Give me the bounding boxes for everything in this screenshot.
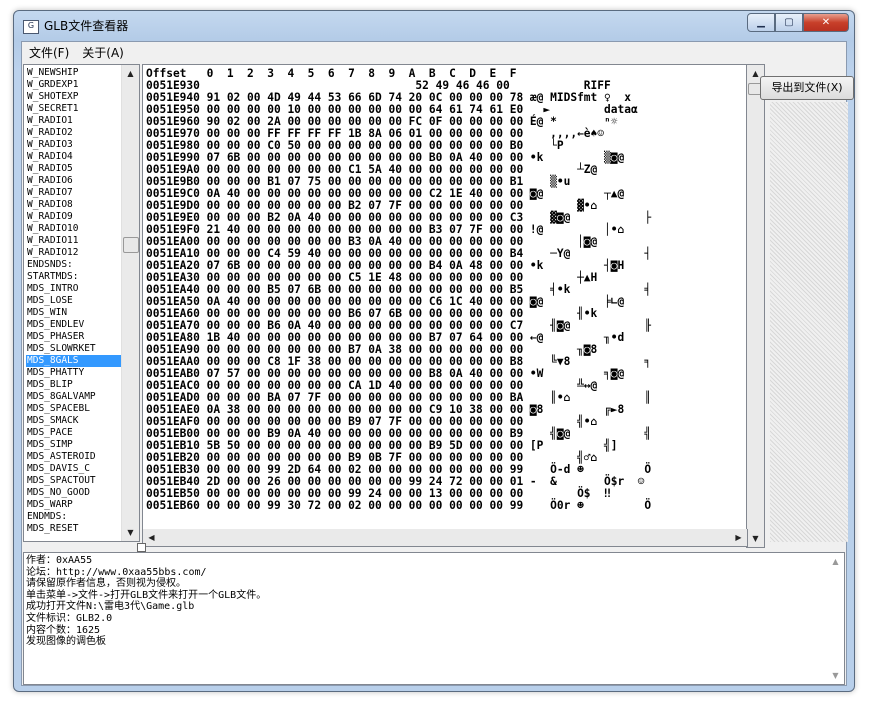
log-line: 成功打开文件N:\雷电3代\Game.glb	[26, 601, 195, 613]
hex-vertical-scrollbar[interactable]: ▲ ▼	[746, 64, 765, 548]
list-item[interactable]: MDS_PHASER	[26, 331, 122, 343]
scroll-down-icon[interactable]: ▼	[122, 524, 139, 541]
menu-bar: 文件(F) 关于(A)	[22, 42, 846, 62]
list-item[interactable]: ENDSNDS:	[26, 259, 122, 271]
list-item[interactable]: MDS_RESET	[26, 523, 122, 535]
log-line: 请保留原作者信息，否则视为侵权。	[26, 578, 186, 590]
hex-view[interactable]: Offset 0 1 2 3 4 5 6 7 8 9 A B C D E F 0…	[142, 64, 748, 531]
size-grip[interactable]	[137, 543, 146, 552]
list-item[interactable]: W_SECRET1	[26, 103, 122, 115]
list-item[interactable]: W_RADIO9	[26, 211, 122, 223]
list-item[interactable]: W_RADIO4	[26, 151, 122, 163]
title-bar[interactable]: G GLB文件查看器 ▁ ▢ ✕	[14, 11, 854, 41]
scroll-thumb[interactable]	[123, 237, 139, 253]
list-item[interactable]: MDS_SPACEBL	[26, 403, 122, 415]
list-item[interactable]: STARTMDS:	[26, 271, 122, 283]
app-window: G GLB文件查看器 ▁ ▢ ✕ 文件(F) 关于(A) W_NEWSHIP W_G…	[13, 10, 855, 692]
log-line: 作者：0xAA55	[26, 555, 93, 566]
log-line: 内容个数：1625	[26, 624, 101, 636]
item-list-items: W_NEWSHIP W_GRDEXP1 W_SHOTEXP W_SECRET1 W_RA…	[26, 67, 122, 535]
list-item[interactable]: MDS_DAVIS_C	[26, 463, 122, 475]
list-item[interactable]: MDS_SIMP	[26, 439, 122, 451]
list-item[interactable]: W_RADIO5	[26, 163, 122, 175]
log-line: 文件标识：GLB2.0	[26, 613, 113, 624]
list-item[interactable]: MDS_8GALS	[26, 355, 122, 367]
scroll-right-icon[interactable]: ▶	[730, 529, 747, 546]
close-button[interactable]: ✕	[803, 13, 849, 32]
list-item[interactable]: W_RADIO2	[26, 127, 122, 139]
hex-row: 0051EB60 00 00 00 99 30 72 00 02 00 00 0…	[146, 499, 652, 512]
scroll-up-icon[interactable]: ▲	[122, 65, 139, 82]
maximize-button[interactable]: ▢	[775, 13, 803, 32]
menu-file[interactable]: 文件(F)	[22, 42, 75, 61]
log-line: 单击菜单->文件->打开GLB文件来打开一个GLB文件。	[26, 589, 267, 601]
list-item[interactable]: W_RADIO11	[26, 235, 122, 247]
item-list[interactable]: W_NEWSHIP W_GRDEXP1 W_SHOTEXP W_SECRET1 W_RA…	[23, 64, 140, 542]
list-item[interactable]: MDS_SLOWRKET	[26, 343, 122, 355]
minimize-icon: ▁	[757, 17, 765, 28]
list-item[interactable]: W_RADIO6	[26, 175, 122, 187]
list-item[interactable]: MDS_8GALVAMP	[26, 391, 122, 403]
list-item[interactable]: MDS_PACE	[26, 427, 122, 439]
item-list-scrollbar[interactable]: ▲ ▼	[121, 65, 139, 541]
list-item[interactable]: MDS_BLIP	[26, 379, 122, 391]
list-item[interactable]: W_RADIO8	[26, 199, 122, 211]
scroll-down-icon[interactable]: ▼	[827, 667, 844, 684]
client-area: 文件(F) 关于(A) W_NEWSHIP W_GRDEXP1 W_SHOTEXP W_…	[21, 41, 854, 686]
log-line: 论坛：http://www.0xaa55bbs.com/	[26, 566, 207, 578]
scroll-up-icon[interactable]: ▲	[827, 553, 844, 570]
list-item[interactable]: W_RADIO10	[26, 223, 122, 235]
list-item[interactable]: MDS_ASTEROID	[26, 451, 122, 463]
maximize-icon: ▢	[784, 17, 794, 28]
list-item[interactable]: MDS_NO_GOOD	[26, 487, 122, 499]
app-icon: G	[23, 20, 39, 34]
list-item[interactable]: W_GRDEXP1	[26, 79, 122, 91]
scroll-down-icon[interactable]: ▼	[747, 530, 764, 547]
splitter-grip	[770, 102, 848, 542]
list-item[interactable]: W_RADIO12	[26, 247, 122, 259]
list-item[interactable]: MDS_INTRO	[26, 283, 122, 295]
list-item[interactable]: W_RADIO1	[26, 115, 122, 127]
list-item[interactable]: MDS_WARP	[26, 499, 122, 511]
list-item[interactable]: MDS_ENDLEV	[26, 319, 122, 331]
list-item[interactable]: MDS_WIN	[26, 307, 122, 319]
list-item[interactable]: ENDMDS:	[26, 511, 122, 523]
log-scrollbar[interactable]: ▲ ▼	[827, 553, 844, 684]
list-item[interactable]: W_NEWSHIP	[26, 67, 122, 79]
list-item[interactable]: W_RADIO3	[26, 139, 122, 151]
list-item[interactable]: MDS_SMACK	[26, 415, 122, 427]
minimize-button[interactable]: ▁	[747, 13, 775, 32]
export-to-file-button[interactable]: 导出到文件(X)	[760, 76, 854, 100]
log-output[interactable]: ▲ ▼ 作者：0xAA55 论坛：http://www.0xaa55bbs.com…	[23, 552, 845, 685]
menu-about[interactable]: 关于(A)	[75, 42, 130, 61]
list-item[interactable]: W_SHOTEXP	[26, 91, 122, 103]
hex-horizontal-scrollbar[interactable]: ◀ ▶	[142, 529, 748, 547]
log-line: 发现图像的调色板	[26, 636, 106, 648]
list-item[interactable]: MDS_PHATTY	[26, 367, 122, 379]
list-item[interactable]: MDS_LOSE	[26, 295, 122, 307]
window-title: GLB文件查看器	[44, 19, 129, 33]
list-item[interactable]: W_RADIO7	[26, 187, 122, 199]
close-icon: ✕	[821, 17, 831, 28]
list-item[interactable]: MDS_SPACTOUT	[26, 475, 122, 487]
